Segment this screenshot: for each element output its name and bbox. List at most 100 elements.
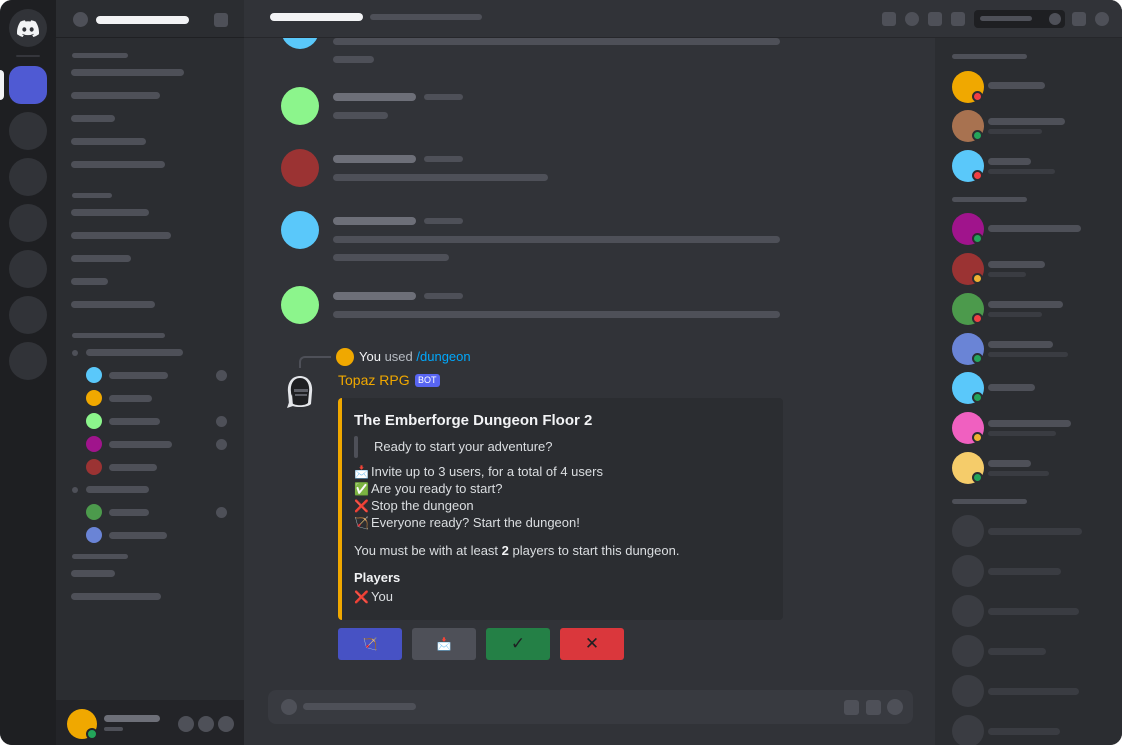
- message-author-placeholder[interactable]: [333, 155, 416, 163]
- headphones-icon[interactable]: [198, 716, 214, 732]
- member-name[interactable]: [988, 648, 1046, 655]
- voice-channel-item[interactable]: [86, 486, 149, 493]
- offline-member-avatar[interactable]: [952, 555, 984, 587]
- command-user-name[interactable]: You: [359, 349, 381, 364]
- member-name[interactable]: [988, 420, 1071, 427]
- server-icon[interactable]: [9, 342, 47, 380]
- offline-member-avatar[interactable]: [952, 515, 984, 547]
- message-text-placeholder: [333, 236, 780, 243]
- message-author-placeholder[interactable]: [333, 217, 416, 225]
- command-user-avatar[interactable]: [336, 348, 354, 366]
- member-name[interactable]: [988, 728, 1060, 735]
- message-author-placeholder[interactable]: [333, 93, 416, 101]
- channel-item[interactable]: [71, 161, 165, 168]
- voice-user-name[interactable]: [109, 532, 167, 539]
- member-name[interactable]: [988, 528, 1082, 535]
- category-placeholder[interactable]: [72, 53, 128, 58]
- threads-icon[interactable]: [882, 12, 896, 26]
- offline-member-avatar[interactable]: [952, 675, 984, 707]
- message-avatar[interactable]: [281, 211, 319, 249]
- member-name[interactable]: [988, 341, 1053, 348]
- voice-user-avatar[interactable]: [86, 413, 102, 429]
- gift-icon[interactable]: [844, 700, 859, 715]
- message-avatar[interactable]: [281, 149, 319, 187]
- voice-user-avatar[interactable]: [86, 436, 102, 452]
- channel-item[interactable]: [71, 301, 155, 308]
- channel-item[interactable]: [71, 92, 160, 99]
- notifications-icon[interactable]: [905, 12, 919, 26]
- member-name[interactable]: [988, 118, 1065, 125]
- voice-user-name[interactable]: [109, 418, 160, 425]
- category-placeholder[interactable]: [72, 554, 128, 559]
- member-name[interactable]: [988, 688, 1079, 695]
- channel-item[interactable]: [71, 570, 115, 577]
- channel-item[interactable]: [71, 255, 131, 262]
- stop-button[interactable]: ✕: [560, 628, 624, 660]
- cross-mark-icon: ❌: [354, 499, 369, 513]
- server-icon[interactable]: [9, 112, 47, 150]
- inbox-icon[interactable]: [1072, 12, 1086, 26]
- voice-user-name[interactable]: [109, 372, 168, 379]
- member-name[interactable]: [988, 261, 1045, 268]
- server-icon-active[interactable]: [9, 66, 47, 104]
- message-author-placeholder[interactable]: [333, 292, 416, 300]
- channel-item[interactable]: [71, 138, 146, 145]
- emoji-icon[interactable]: [887, 699, 903, 715]
- category-placeholder[interactable]: [72, 193, 112, 198]
- member-name[interactable]: [988, 82, 1045, 89]
- invite-button[interactable]: 📩: [412, 628, 476, 660]
- member-name[interactable]: [988, 460, 1031, 467]
- channel-item[interactable]: [71, 593, 161, 600]
- command-link[interactable]: /dungeon: [416, 349, 470, 364]
- pinned-messages-icon[interactable]: [928, 12, 942, 26]
- ready-button[interactable]: ✓: [486, 628, 550, 660]
- server-header[interactable]: [56, 0, 244, 38]
- server-icon[interactable]: [9, 296, 47, 334]
- member-name[interactable]: [988, 301, 1063, 308]
- voice-user-name[interactable]: [109, 441, 172, 448]
- category-placeholder[interactable]: [72, 333, 165, 338]
- member-name[interactable]: [988, 158, 1031, 165]
- channel-item[interactable]: [71, 209, 149, 216]
- message-input-placeholder[interactable]: [303, 703, 416, 710]
- server-icon[interactable]: [9, 158, 47, 196]
- offline-member-avatar[interactable]: [952, 715, 984, 745]
- offline-member-avatar[interactable]: [952, 595, 984, 627]
- start-dungeon-button[interactable]: 🏹: [338, 628, 402, 660]
- server-icon[interactable]: [9, 204, 47, 242]
- server-menu-icon[interactable]: [214, 13, 228, 27]
- user-settings-icon[interactable]: [218, 716, 234, 732]
- member-name[interactable]: [988, 568, 1061, 575]
- channel-item[interactable]: [71, 115, 115, 122]
- server-icon[interactable]: [9, 250, 47, 288]
- voice-channel-item[interactable]: [86, 349, 183, 356]
- channel-item[interactable]: [71, 69, 184, 76]
- help-icon[interactable]: [1095, 12, 1109, 26]
- bot-name[interactable]: Topaz RPG: [338, 372, 410, 389]
- channel-item[interactable]: [71, 278, 108, 285]
- channel-item[interactable]: [71, 232, 171, 239]
- voice-user-name[interactable]: [109, 509, 149, 516]
- member-name[interactable]: [988, 608, 1079, 615]
- voice-user-avatar[interactable]: [86, 527, 102, 543]
- member-activity: [988, 352, 1068, 357]
- message-composer[interactable]: [268, 690, 913, 724]
- search-input[interactable]: [974, 10, 1065, 28]
- message-avatar[interactable]: [281, 87, 319, 125]
- voice-user-avatar[interactable]: [86, 390, 102, 406]
- offline-member-avatar[interactable]: [952, 635, 984, 667]
- message-avatar[interactable]: [281, 286, 319, 324]
- microphone-icon[interactable]: [178, 716, 194, 732]
- member-name[interactable]: [988, 225, 1081, 232]
- gif-icon[interactable]: [866, 700, 881, 715]
- member-list-icon[interactable]: [951, 12, 965, 26]
- member-name[interactable]: [988, 384, 1035, 391]
- discord-logo-icon[interactable]: [9, 9, 47, 47]
- voice-user-avatar[interactable]: [86, 367, 102, 383]
- voice-user-avatar[interactable]: [86, 504, 102, 520]
- attach-icon[interactable]: [281, 699, 297, 715]
- voice-user-name[interactable]: [109, 395, 152, 402]
- voice-user-name[interactable]: [109, 464, 157, 471]
- bot-avatar[interactable]: [281, 373, 319, 411]
- voice-user-avatar[interactable]: [86, 459, 102, 475]
